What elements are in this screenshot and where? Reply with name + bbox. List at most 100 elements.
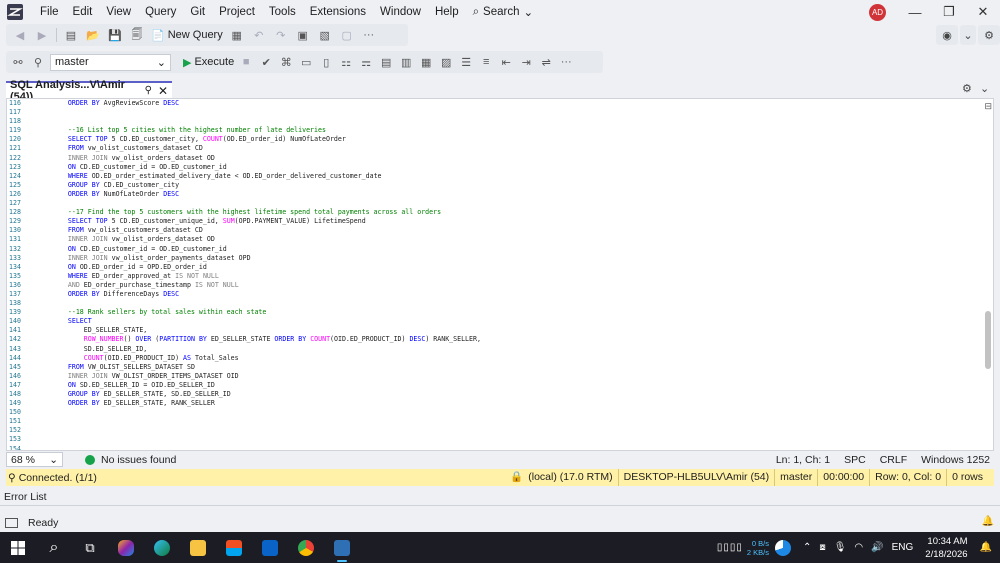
connect-icon[interactable]: ⚯ bbox=[10, 56, 26, 69]
cursor-position[interactable]: Ln: 1, Ch: 1 bbox=[776, 454, 830, 466]
code-line[interactable]: 149 ORDER BY ED_SELLER_STATE, RANK_SELLE… bbox=[7, 399, 993, 408]
code-line[interactable]: 137 ORDER BY DifferenceDays DESC bbox=[7, 290, 993, 299]
code-editor[interactable]: 116 ORDER BY AvgReviewScore DESC 117 118 11… bbox=[6, 98, 994, 451]
clock[interactable]: 10:34 AM 2/18/2026 bbox=[925, 535, 967, 561]
estimated-plan-icon[interactable]: ⌘ bbox=[278, 56, 294, 69]
results-to-text-icon[interactable]: ▥ bbox=[398, 56, 414, 69]
code-line[interactable]: 134 ON OD.ED_order_id = OPD.ED_order_id bbox=[7, 263, 993, 272]
menu-tools[interactable]: Tools bbox=[262, 0, 303, 24]
results-to-grid-icon[interactable]: ▦ bbox=[418, 56, 434, 69]
code-line[interactable]: 152 bbox=[7, 426, 993, 435]
error-list-tab[interactable]: Error List bbox=[0, 489, 1000, 506]
save-icon[interactable]: 💾 bbox=[107, 29, 123, 42]
code-line[interactable]: 124 WHERE OD.ED_order_estimated_delivery… bbox=[7, 172, 993, 181]
code-line[interactable]: 120 SELECT TOP 5 CD.ED_customer_city, CO… bbox=[7, 135, 993, 144]
new-query-button[interactable]: 📄 New Query bbox=[151, 29, 223, 42]
minimize-button[interactable]: — bbox=[898, 0, 932, 24]
menu-help[interactable]: Help bbox=[428, 0, 466, 24]
code-line[interactable]: 142 ROW_NUMBER() OVER (PARTITION BY ED_S… bbox=[7, 335, 993, 344]
zoom-select[interactable]: 68 % ⌄ bbox=[6, 452, 63, 467]
editor-scrollbar[interactable]: ⊟ bbox=[983, 99, 993, 450]
redo-icon[interactable]: ↷ bbox=[273, 29, 289, 42]
device-icon[interactable]: ⧇ bbox=[819, 542, 825, 553]
menu-project[interactable]: Project bbox=[212, 0, 262, 24]
menu-edit[interactable]: Edit bbox=[66, 0, 100, 24]
menu-query[interactable]: Query bbox=[138, 0, 183, 24]
wifi-icon[interactable]: ◠ bbox=[854, 542, 863, 553]
start-button[interactable] bbox=[0, 532, 36, 563]
pin-icon[interactable]: ⚲ bbox=[145, 85, 152, 96]
increase-indent-icon[interactable]: ⇥ bbox=[518, 56, 534, 69]
close-window-button[interactable]: ✕ bbox=[966, 0, 1000, 24]
issues-indicator[interactable]: No issues found bbox=[85, 454, 176, 466]
query-designer-icon[interactable]: ▭ bbox=[298, 56, 314, 69]
store-app[interactable] bbox=[216, 532, 252, 563]
file-explorer-app[interactable] bbox=[180, 532, 216, 563]
search-menu[interactable]: ⌕ Search ⌄ bbox=[466, 5, 541, 20]
code-line[interactable]: 126 ORDER BY NumOfLateOrder DESC bbox=[7, 190, 993, 199]
code-line[interactable]: 141 ED_SELLER_STATE, bbox=[7, 326, 993, 335]
settings-icon[interactable]: ⚙ bbox=[962, 82, 972, 95]
disconnect-icon[interactable]: ⚲ bbox=[30, 56, 46, 69]
onedrive-icon[interactable] bbox=[774, 539, 791, 556]
results-to-file-icon[interactable]: ▨ bbox=[438, 56, 454, 69]
close-tab-icon[interactable]: ✕ bbox=[158, 84, 168, 98]
properties-icon[interactable]: ▢ bbox=[339, 29, 355, 42]
specify-values-icon[interactable]: ⇌ bbox=[538, 56, 554, 69]
line-ending[interactable]: CRLF bbox=[880, 454, 907, 466]
code-line[interactable]: 127 bbox=[7, 199, 993, 208]
code-line[interactable]: 151 bbox=[7, 417, 993, 426]
code-line[interactable]: 130 FROM vw_olist_customers_dataset CD bbox=[7, 226, 993, 235]
code-line[interactable]: 147 ON SD.ED_SELLER_ID = OID.ED_SELLER_I… bbox=[7, 381, 993, 390]
undo-icon[interactable]: ↶ bbox=[251, 29, 267, 42]
tab-list-icon[interactable]: ⌄ bbox=[980, 82, 989, 95]
code-line[interactable]: 131 INNER JOIN vw_olist_orders_dataset O… bbox=[7, 235, 993, 244]
whitespace-mode[interactable]: SPC bbox=[844, 454, 866, 466]
forward-icon[interactable]: ▶ bbox=[34, 29, 50, 42]
live-stats-icon[interactable]: ⚎ bbox=[358, 56, 374, 69]
code-line[interactable]: 140 SELECT bbox=[7, 317, 993, 326]
copilot-icon[interactable]: ◉ bbox=[936, 25, 958, 45]
client-stats-icon[interactable]: ▤ bbox=[378, 56, 394, 69]
menu-git[interactable]: Git bbox=[183, 0, 212, 24]
encoding[interactable]: Windows 1252 bbox=[921, 454, 990, 466]
actual-plan-icon[interactable]: ⚏ bbox=[338, 56, 354, 69]
settings-icon[interactable]: ⚙ bbox=[978, 25, 1000, 45]
chevron-down-icon[interactable]: ⌄ bbox=[960, 25, 976, 45]
code-line[interactable]: 139 --18 Rank sellers by total sales wit… bbox=[7, 308, 993, 317]
outlook-app[interactable] bbox=[252, 532, 288, 563]
execute-button[interactable]: ▶ Execute bbox=[183, 56, 234, 69]
more-icon[interactable]: ··· bbox=[558, 56, 574, 68]
code-line[interactable]: 144 COUNT(OID.ED_PRODUCT_ID) AS Total_Sa… bbox=[7, 354, 993, 363]
code-line[interactable]: 116 ORDER BY AvgReviewScore DESC bbox=[7, 99, 993, 108]
tab-sql-analysis[interactable]: SQL Analysis...V\Amir (54)) ⚲ ✕ bbox=[6, 79, 172, 103]
chevron-up-icon[interactable]: ⌃ bbox=[803, 542, 811, 553]
maximize-button[interactable]: ❐ bbox=[932, 0, 966, 24]
code-line[interactable]: 128 --17 Find the top 5 customers with t… bbox=[7, 208, 993, 217]
stop-icon[interactable]: ■ bbox=[238, 56, 254, 68]
language-indicator[interactable]: ENG bbox=[892, 542, 914, 553]
code-line[interactable]: 118 bbox=[7, 117, 993, 126]
query-options-icon[interactable]: ▦ bbox=[229, 29, 245, 42]
code-line[interactable]: 135 WHERE ED_order_approved_at IS NOT NU… bbox=[7, 272, 993, 281]
volume-icon[interactable]: 🔊 bbox=[871, 542, 883, 553]
parse-check-icon[interactable]: ✔ bbox=[258, 56, 274, 69]
menu-view[interactable]: View bbox=[99, 0, 138, 24]
code-line[interactable]: 121 FROM vw_olist_customers_dataset CD bbox=[7, 144, 993, 153]
microphone-icon[interactable]: 🎙 bbox=[834, 542, 847, 553]
back-icon[interactable]: ◀ bbox=[12, 29, 28, 42]
code-line[interactable]: 133 INNER JOIN vw_olist_order_payments_d… bbox=[7, 254, 993, 263]
code-line[interactable]: 122 INNER JOIN vw_olist_orders_dataset O… bbox=[7, 154, 993, 163]
taskbar-search-button[interactable]: ⌕ bbox=[36, 532, 72, 563]
menu-window[interactable]: Window bbox=[373, 0, 428, 24]
comment-icon[interactable]: ☰ bbox=[458, 56, 474, 69]
save-all-icon[interactable]: 🗐 bbox=[129, 26, 145, 45]
code-line[interactable]: 146 INNER JOIN VW_OLIST_ORDER_ITEMS_DATA… bbox=[7, 372, 993, 381]
code-line[interactable]: 123 ON CD.ED_customer_id = OD.ED_custome… bbox=[7, 163, 993, 172]
uncomment-icon[interactable]: ≡ bbox=[478, 56, 494, 68]
task-view-button[interactable]: ⧉ bbox=[72, 532, 108, 563]
intellisense-icon[interactable]: ▯ bbox=[318, 56, 334, 69]
code-line[interactable]: 143 SD.ED_SELLER_ID, bbox=[7, 345, 993, 354]
activity-monitor-icon[interactable]: ▣ bbox=[295, 29, 311, 42]
decrease-indent-icon[interactable]: ⇤ bbox=[498, 56, 514, 69]
